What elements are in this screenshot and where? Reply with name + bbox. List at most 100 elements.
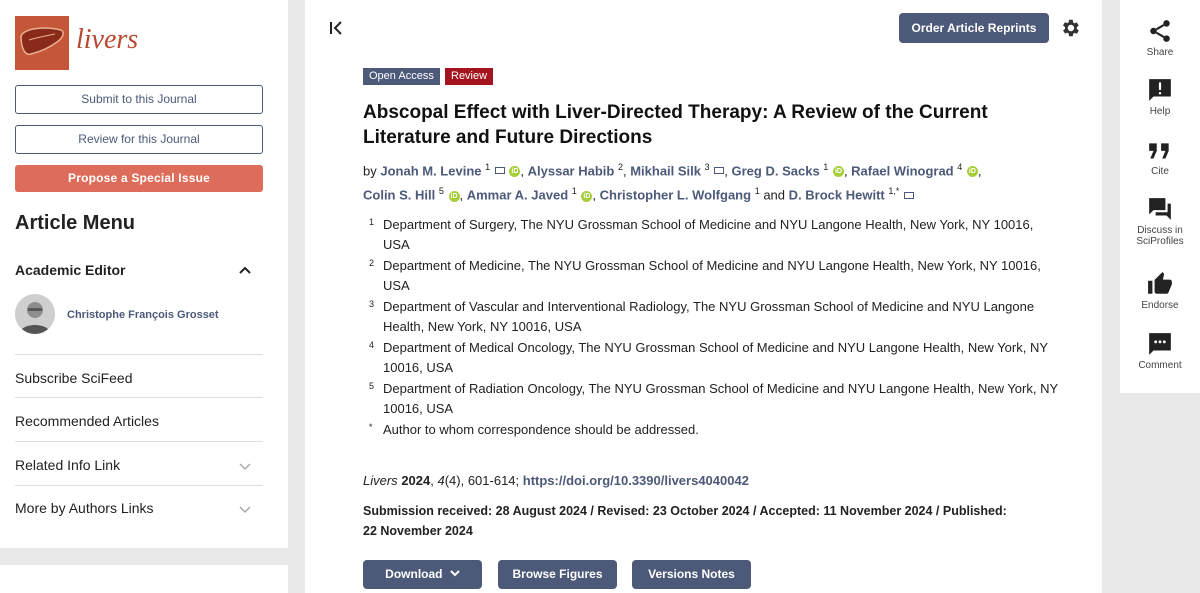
affiliation-text: Department of Medicine, The NYU Grossman… [383,258,1041,293]
email-icon[interactable] [494,167,505,175]
author-link[interactable]: Greg D. Sacks [732,163,820,178]
citation-journal: Livers [363,473,398,488]
author-link[interactable]: Rafael Winograd [851,163,953,178]
download-button[interactable]: Download [363,560,482,589]
author-affil-sup: 1 [754,186,760,197]
cite-action[interactable]: Cite [1120,141,1200,177]
author-list: by Jonah M. Levine 1 iD, Alyssar Habib 2… [363,162,982,203]
affiliation-list: 1 Department of Surgery, The NYU Grossman… [369,215,1059,442]
affiliation-item: 3 Department of Vascular and Intervention… [369,297,1059,336]
affiliation-number: 2 [369,258,375,268]
affiliation-number: 5 [369,381,375,391]
author-link[interactable]: D. Brock Hewitt [789,188,885,203]
email-icon[interactable] [714,167,725,175]
divider [15,441,263,442]
email-icon[interactable] [904,191,914,199]
review-journal-button[interactable]: Review for this Journal [15,125,263,154]
affiliation-text: Department of Medical Oncology, The NYU … [383,340,1048,375]
thumbs-up-icon [1148,272,1172,294]
author-affil-sup: 2 [617,162,623,172]
browse-figures-button[interactable]: Browse Figures [498,560,617,589]
discuss-label-1: Discuss in [1137,225,1183,236]
article-dates: Submission received: 28 August 2024 / Re… [363,504,1007,538]
related-info-link[interactable]: Related Info Link [15,457,120,473]
affiliation-item: 5 Department of Radiation Oncology, The N… [369,379,1059,418]
journal-name[interactable]: livers [76,24,138,56]
chevron-up-icon[interactable] [239,266,251,274]
author-affil-sup: 1 [823,162,829,172]
share-label: Share [1146,47,1174,58]
author-affil-sup: 1,* [888,186,900,197]
submit-journal-button[interactable]: Submit to this Journal [15,85,263,114]
affiliation-item: * Author to whom correspondence should be… [369,420,1059,440]
chevron-down-icon[interactable] [239,463,251,471]
comment-action[interactable]: Comment [1120,331,1200,371]
livers-logo-icon[interactable] [15,16,69,70]
endorse-action[interactable]: Endorse [1120,271,1200,311]
article-menu-title: Article Menu [15,212,136,234]
left-sidebar: livers Submit to this Journal Review for… [0,0,288,548]
propose-special-issue-button[interactable]: Propose a Special Issue [15,165,263,192]
share-icon [1150,20,1170,42]
help-action[interactable]: Help [1120,77,1200,117]
gear-icon[interactable] [1059,17,1081,39]
subscribe-scifeed-link[interactable]: Subscribe SciFeed [15,370,133,386]
orcid-icon[interactable]: iD [509,166,521,178]
affiliation-item: 2 Department of Medicine, The NYU Grossma… [369,256,1059,295]
affiliation-text: Author to whom correspondence should be … [383,422,699,437]
author-affil-sup: 5 [438,186,444,197]
download-label: Download [385,567,443,581]
editor-name-link[interactable]: Christophe François Grosset [67,309,219,321]
comment-label: Comment [1138,360,1182,371]
more-by-authors-link[interactable]: More by Authors Links [15,500,154,516]
orcid-icon[interactable]: iD [448,190,460,202]
versions-notes-button[interactable]: Versions Notes [632,560,751,589]
citation-line: Livers 2024, 4(4), 601-614; https://doi.… [363,473,749,488]
article-type-badge: Review [445,68,494,85]
affiliation-text: Department of Surgery, The NYU Grossman … [383,217,1034,252]
academic-editor-heading[interactable]: Academic Editor [15,262,125,278]
chevron-down-icon [450,570,460,577]
sidebar-footer-panel [0,565,288,593]
author-affil-sup: 3 [704,162,710,172]
divider [15,397,263,398]
affiliation-item: 4 Department of Medical Oncology, The NYU… [369,338,1059,377]
citation-year: 2024 [401,473,431,488]
author-link[interactable]: Mikhail Silk [630,163,701,178]
affiliation-number: 4 [369,340,375,350]
author-link[interactable]: Christopher L. Wolfgang [600,188,751,203]
affiliation-number: * [369,422,373,432]
divider [15,354,263,355]
author-affil-sup: 4 [957,162,963,172]
discuss-icon [1149,198,1171,220]
help-icon [1149,79,1171,101]
share-action[interactable]: Share [1120,18,1200,58]
orcid-icon[interactable]: iD [832,166,844,178]
chevron-down-icon[interactable] [239,506,251,514]
discuss-action[interactable]: Discuss in SciProfiles [1120,196,1200,247]
author-link[interactable]: Ammar A. Javed [467,188,568,203]
open-access-badge[interactable]: Open Access [363,68,440,85]
citation-pages: (4), 601-614; [444,473,520,488]
author-link[interactable]: Jonah M. Levine [380,163,481,178]
order-reprints-button[interactable]: Order Article Reprints [899,13,1049,43]
citation-volume: 4 [437,473,445,488]
affiliation-number: 3 [369,299,375,309]
recommended-articles-link[interactable]: Recommended Articles [15,413,159,429]
doi-link[interactable]: https://doi.org/10.3390/livers4040042 [523,473,749,488]
orcid-icon[interactable]: iD [966,166,978,178]
quote-icon [1149,143,1169,159]
affiliation-text: Department of Radiation Oncology, The NY… [383,381,1058,416]
author-link[interactable]: Colin S. Hill [363,188,435,203]
endorse-label: Endorse [1141,300,1179,311]
discuss-label-2: SciProfiles [1136,236,1184,247]
orcid-icon[interactable]: iD [581,190,593,202]
by-label: by [363,163,377,179]
and-label: and [763,187,786,203]
affiliation-number: 1 [369,217,375,227]
author-link[interactable]: Alyssar Habib [528,163,615,178]
divider [15,485,263,486]
article-title: Abscopal Effect with Liver-Directed Ther… [363,102,988,148]
collapse-sidebar-icon[interactable] [329,21,343,35]
affiliation-text: Department of Vascular and Interventiona… [383,299,1035,334]
